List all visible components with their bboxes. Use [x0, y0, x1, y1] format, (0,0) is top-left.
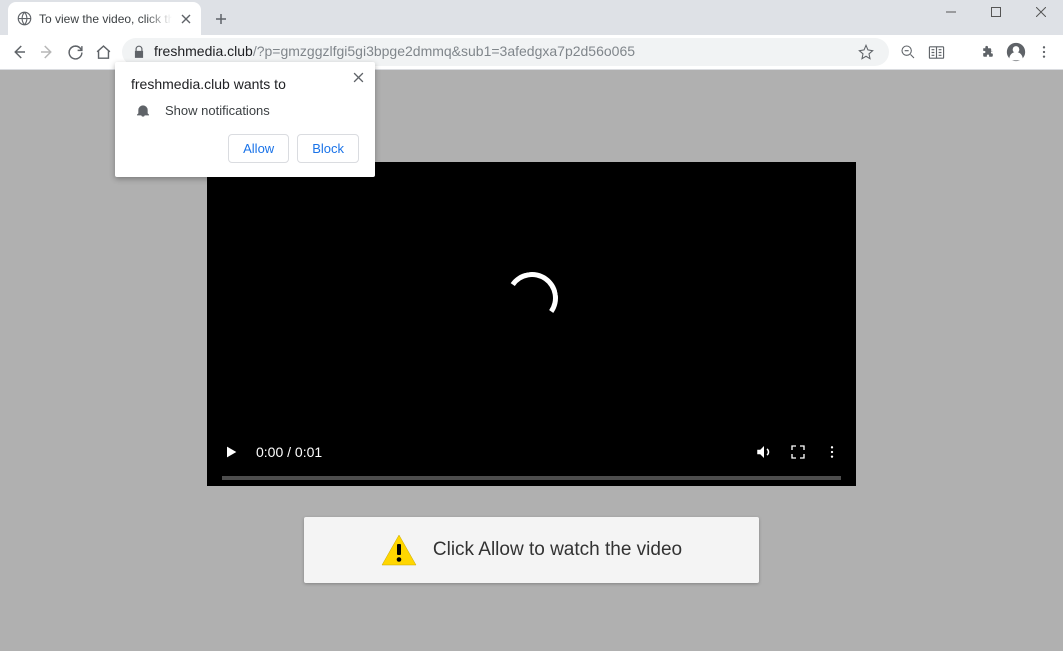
window-minimize-button[interactable]	[928, 0, 973, 24]
globe-icon	[16, 11, 32, 27]
window-controls	[928, 0, 1063, 24]
url-host: freshmedia.club	[154, 43, 253, 59]
permission-label: Show notifications	[165, 103, 270, 118]
tab-title: To view the video, click the Allow	[39, 12, 172, 26]
browser-menu-button[interactable]	[1031, 39, 1057, 65]
permission-item: Show notifications	[135, 102, 359, 118]
zoom-icon[interactable]	[895, 39, 921, 65]
tab-close-icon[interactable]	[179, 12, 193, 26]
new-tab-button[interactable]	[207, 5, 235, 33]
video-controls: 0:00 / 0:01	[207, 434, 856, 486]
volume-icon[interactable]	[755, 443, 773, 461]
home-button[interactable]	[90, 39, 116, 65]
browser-tab[interactable]: To view the video, click the Allow	[8, 2, 201, 35]
window-close-button[interactable]	[1018, 0, 1063, 24]
forward-button[interactable]	[34, 39, 60, 65]
video-menu-icon[interactable]	[823, 443, 841, 461]
block-button[interactable]: Block	[297, 134, 359, 163]
titlebar: To view the video, click the Allow	[0, 0, 1063, 35]
allow-button[interactable]: Allow	[228, 134, 289, 163]
play-icon[interactable]	[222, 443, 240, 461]
video-time: 0:00 / 0:01	[256, 444, 322, 460]
url-path: /?p=gmzggzlfgi5gi3bpge2dmmq&sub1=3afedgx…	[253, 43, 635, 59]
video-progress-bar[interactable]	[222, 476, 841, 480]
spinner-icon	[501, 268, 561, 328]
reload-button[interactable]	[62, 39, 88, 65]
notification-permission-popup: freshmedia.club wants to Show notificati…	[115, 62, 375, 177]
bell-icon	[135, 102, 151, 118]
video-player[interactable]: 0:00 / 0:01	[207, 162, 856, 486]
lock-icon	[132, 45, 146, 59]
profile-icon[interactable]	[1003, 39, 1029, 65]
popup-close-icon[interactable]	[351, 70, 365, 84]
url: freshmedia.club/?p=gmzggzlfgi5gi3bpge2dm…	[154, 43, 635, 61]
back-button[interactable]	[6, 39, 32, 65]
permission-title: freshmedia.club wants to	[131, 76, 359, 92]
window-maximize-button[interactable]	[973, 0, 1018, 24]
instruction-text: Click Allow to watch the video	[433, 539, 682, 561]
bookmark-star-icon[interactable]	[853, 39, 879, 65]
reader-mode-icon[interactable]	[923, 39, 949, 65]
warning-icon	[381, 534, 417, 566]
fullscreen-icon[interactable]	[789, 443, 807, 461]
loading-area	[207, 162, 856, 434]
instruction-box: Click Allow to watch the video	[304, 517, 759, 583]
extensions-icon[interactable]	[975, 39, 1001, 65]
